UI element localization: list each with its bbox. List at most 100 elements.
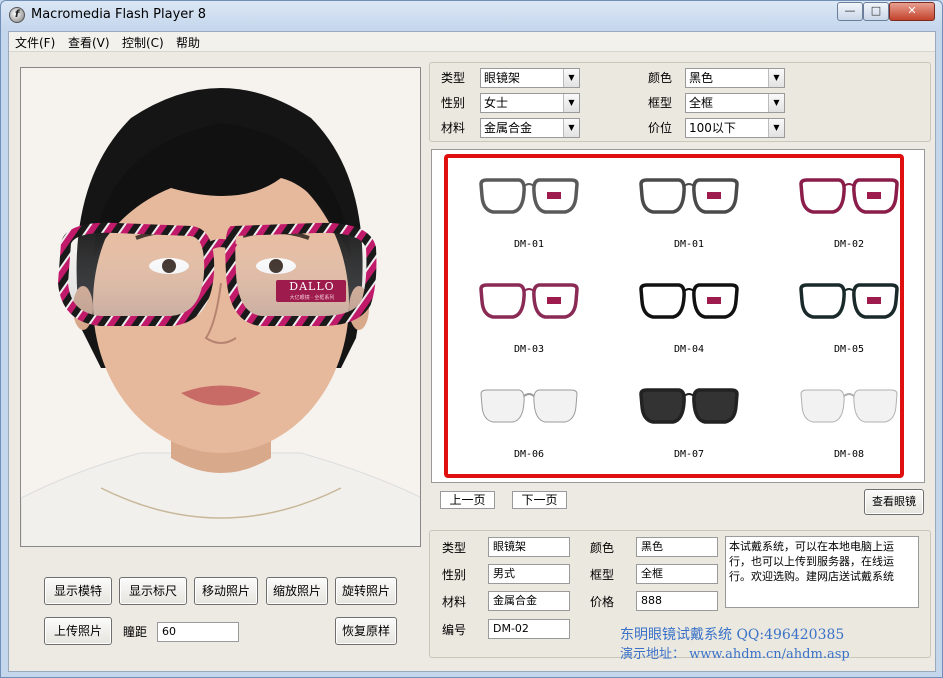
filter-type-value: 眼镜架 [484,71,521,85]
filter-type-label: 类型 [441,71,466,85]
filter-material-select[interactable]: 金属合金 ▼ [480,118,580,138]
description-textarea[interactable]: 本试戴系统，可以在本地电脑上运行，也可以上传到服务器，在线运行。欢迎选购。建网店… [725,536,919,608]
filter-color-value: 黑色 [689,71,714,85]
minimize-button[interactable]: — [837,2,863,21]
filter-type-select[interactable]: 眼镜架 ▼ [480,68,580,88]
glasses-brand-sub: 大亿眼镜 · 全框系列 [289,295,335,301]
detail-panel: 类型 眼镜架 性别 男式 材料 金属合金 编号 DM-02 颜色 黑色 框型 全… [429,530,931,662]
filter-panel: 类型 眼镜架 ▼ 性别 女士 ▼ 材料 金属合金 ▼ 颜色 黑色 ▼ 框型 全框 ▼ 价位… [429,62,931,142]
next-page-button[interactable]: 下一页 [512,491,567,509]
chevron-down-icon: ▼ [563,119,579,137]
glasses-icon [639,178,739,214]
filter-gender-value: 女士 [484,96,509,110]
detail-price-label: 价格 [590,595,615,609]
zoom-photo-button[interactable]: 缩放照片 [266,577,328,605]
filter-price-value: 100以下 [689,121,736,135]
filter-gender-select[interactable]: 女士 ▼ [480,93,580,113]
chevron-down-icon: ▼ [768,94,784,112]
menu-view[interactable]: 查看(V) [68,34,110,51]
app-window: f Macromedia Flash Player 8 — □ ✕ 文件(F) … [0,0,943,678]
detail-price-field[interactable]: 888 [636,591,718,611]
close-button[interactable]: ✕ [889,2,935,21]
glasses-icon [799,178,899,214]
chevron-down-icon: ▼ [563,94,579,112]
filter-color-select[interactable]: 黑色 ▼ [685,68,785,88]
menu-file[interactable]: 文件(F) [15,34,55,51]
glasses-item[interactable]: DM-05 [774,267,924,367]
detail-color-field[interactable]: 黑色 [636,537,718,557]
filter-material-label: 材料 [441,121,466,135]
glasses-code: DM-06 [513,449,545,460]
detail-type-field[interactable]: 眼镜架 [488,537,570,557]
menu-control[interactable]: 控制(C) [122,34,164,51]
glasses-code: DM-01 [673,239,705,250]
detail-frame-label: 框型 [590,568,615,582]
flash-app-icon: f [9,7,25,23]
show-ruler-button[interactable]: 显示标尺 [119,577,187,605]
detail-material-field[interactable]: 金属合金 [488,591,570,611]
detail-color-label: 颜色 [590,541,615,555]
chevron-down-icon: ▼ [768,69,784,87]
filter-price-select[interactable]: 100以下 ▼ [685,118,785,138]
detail-frame-field[interactable]: 全框 [636,564,718,584]
show-model-button[interactable]: 显示模特 [44,577,112,605]
view-glasses-button[interactable]: 查看眼镜 [864,489,924,515]
glasses-item[interactable]: DM-02 [774,162,924,262]
glasses-icon [639,388,739,424]
model-photo[interactable]: DALLO 大亿眼镜 · 全框系列 [20,67,421,547]
filter-material-value: 金属合金 [484,121,533,135]
rotate-photo-button[interactable]: 旋转照片 [335,577,397,605]
glasses-code: DM-02 [833,239,865,250]
glasses-code: DM-08 [833,449,865,460]
filter-color-label: 颜色 [648,71,673,85]
upload-photo-button[interactable]: 上传照片 [44,617,112,645]
move-photo-button[interactable]: 移动照片 [194,577,258,605]
glasses-icon [799,283,899,319]
maximize-button[interactable]: □ [863,2,889,21]
glasses-item[interactable]: DM-06 [454,372,604,472]
glasses-icon [800,389,898,423]
window-title: Macromedia Flash Player 8 [31,7,207,22]
glasses-code: DM-04 [673,344,705,355]
filter-gender-label: 性别 [441,96,466,110]
detail-code-field[interactable]: DM-02 [488,619,570,639]
filter-price-label: 价位 [648,121,673,135]
filter-frame-select[interactable]: 全框 ▼ [685,93,785,113]
detail-material-label: 材料 [442,595,467,609]
glasses-icon [480,389,578,423]
detail-code-label: 编号 [442,623,467,637]
menu-bar: 文件(F) 查看(V) 控制(C) 帮助 [9,32,935,52]
glasses-icon [479,283,579,319]
glasses-brand-label: DALLO [289,280,335,293]
glasses-item[interactable]: DM-04 [614,267,764,367]
title-bar: f Macromedia Flash Player 8 — □ ✕ [1,1,942,31]
detail-type-label: 类型 [442,541,467,555]
glasses-code: DM-05 [833,344,865,355]
prev-page-button[interactable]: 上一页 [440,491,495,509]
menu-help[interactable]: 帮助 [176,34,200,51]
glasses-code: DM-07 [673,449,705,460]
footer-title: 东明眼镜试戴系统 QQ:496420385 [620,627,845,643]
glasses-gallery: DM-01 DM-01 DM-02 DM-03 DM-04 DM-05 DM-06 DM-07… [431,149,925,483]
chevron-down-icon: ▼ [563,69,579,87]
footer-demo-url: 演示地址： www.ahdm.cn/ahdm.asp [620,647,850,662]
glasses-item[interactable]: DM-01 [614,162,764,262]
chevron-down-icon: ▼ [768,119,784,137]
glasses-icon [639,283,739,319]
glasses-item[interactable]: DM-01 [454,162,604,262]
glasses-item[interactable]: DM-07 [614,372,764,472]
detail-gender-field[interactable]: 男式 [488,564,570,584]
pupil-distance-input[interactable]: 60 [157,622,239,642]
filter-frame-label: 框型 [648,96,673,110]
client-area: 文件(F) 查看(V) 控制(C) 帮助 DALLO 大亿眼镜 · 全框系列 类… [8,31,936,672]
restore-button[interactable]: 恢复原样 [335,617,397,645]
glasses-item[interactable]: DM-03 [454,267,604,367]
model-portrait [21,68,420,546]
pupil-distance-label: 瞳距 [123,625,148,639]
filter-frame-value: 全框 [689,96,714,110]
glasses-item[interactable]: DM-08 [774,372,924,472]
glasses-code: DM-01 [513,239,545,250]
glasses-code: DM-03 [513,344,545,355]
glasses-icon [479,178,579,214]
detail-gender-label: 性别 [442,568,467,582]
